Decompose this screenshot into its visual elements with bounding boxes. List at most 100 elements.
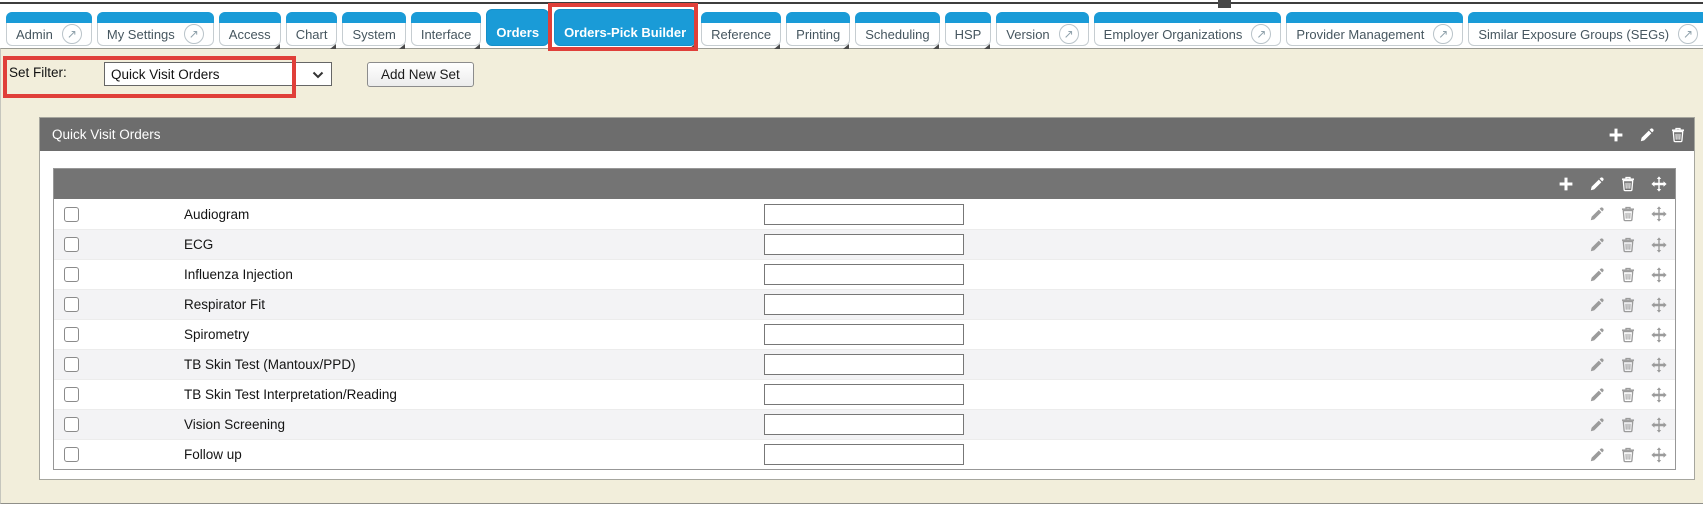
move-arrows-icon[interactable] [1651, 357, 1667, 373]
order-code-input[interactable] [764, 414, 964, 435]
edit-pencil-icon[interactable] [1589, 297, 1605, 313]
submenu-corner-icon [399, 44, 405, 49]
delete-trash-icon[interactable] [1620, 297, 1636, 313]
tab-label: Access [229, 27, 271, 42]
move-arrows-icon[interactable] [1651, 176, 1667, 192]
order-code-input[interactable] [764, 444, 964, 465]
edit-pencil-icon[interactable] [1589, 357, 1605, 373]
delete-trash-icon[interactable] [1620, 357, 1636, 373]
tab-hsp[interactable]: HSP [945, 12, 992, 46]
row-action-icons [1589, 297, 1675, 313]
delete-trash-icon[interactable] [1620, 176, 1636, 192]
edit-pencil-icon[interactable] [1589, 417, 1605, 433]
edit-pencil-icon[interactable] [1589, 176, 1605, 192]
delete-trash-icon[interactable] [1620, 237, 1636, 253]
table-row: TB Skin Test (Mantoux/PPD) [54, 349, 1675, 379]
external-link-icon[interactable]: ↗ [62, 24, 82, 44]
move-arrows-icon[interactable] [1651, 297, 1667, 313]
submenu-corner-icon [689, 44, 695, 49]
set-filter-label: Set Filter: [9, 65, 67, 80]
tab-interface[interactable]: Interface [411, 12, 482, 46]
tab-admin[interactable]: Admin ↗ [6, 12, 92, 46]
order-code-input[interactable] [764, 384, 964, 405]
edit-pencil-icon[interactable] [1639, 127, 1655, 143]
order-code-input[interactable] [764, 324, 964, 345]
move-arrows-icon[interactable] [1651, 267, 1667, 283]
delete-trash-icon[interactable] [1620, 447, 1636, 463]
tab-chart[interactable]: Chart [286, 12, 338, 46]
tab-scheduling[interactable]: Scheduling [855, 12, 939, 46]
tab-version[interactable]: Version ↗ [996, 12, 1088, 46]
external-link-icon[interactable]: ↗ [1251, 24, 1271, 44]
row-checkbox[interactable] [64, 297, 79, 312]
submenu-corner-icon [984, 44, 990, 49]
row-checkbox[interactable] [64, 417, 79, 432]
delete-trash-icon[interactable] [1620, 206, 1636, 222]
move-arrows-icon[interactable] [1651, 417, 1667, 433]
move-arrows-icon[interactable] [1651, 387, 1667, 403]
row-action-icons [1589, 267, 1675, 283]
add-icon[interactable] [1558, 176, 1574, 192]
orders-table: Audiogram ECG Influenza Injection [53, 168, 1676, 470]
external-link-icon[interactable]: ↗ [1678, 24, 1698, 44]
delete-trash-icon[interactable] [1620, 327, 1636, 343]
move-arrows-icon[interactable] [1651, 206, 1667, 222]
tab-provider-management[interactable]: Provider Management ↗ [1286, 12, 1463, 46]
move-arrows-icon[interactable] [1651, 237, 1667, 253]
table-row: Respirator Fit [54, 289, 1675, 319]
row-checkbox[interactable] [64, 267, 79, 282]
delete-trash-icon[interactable] [1620, 417, 1636, 433]
tab-label: My Settings [107, 27, 175, 42]
external-link-icon[interactable]: ↗ [184, 24, 204, 44]
order-name-label: Spirometry [184, 327, 764, 342]
submenu-corner-icon [774, 44, 780, 49]
delete-trash-icon[interactable] [1670, 127, 1686, 143]
tab-system[interactable]: System [342, 12, 405, 46]
quick-visit-orders-panel: Quick Visit Orders Audiogram [39, 117, 1695, 480]
order-code-input[interactable] [764, 204, 964, 225]
tab-access[interactable]: Access [219, 12, 281, 46]
edit-pencil-icon[interactable] [1589, 206, 1605, 222]
row-checkbox[interactable] [64, 357, 79, 372]
tab-label: Scheduling [865, 27, 929, 42]
edit-pencil-icon[interactable] [1589, 327, 1605, 343]
tab-similar-exposure-groups-segs[interactable]: Similar Exposure Groups (SEGs) ↗ [1468, 12, 1703, 46]
top-notch-fragment [1218, 0, 1231, 8]
delete-trash-icon[interactable] [1620, 387, 1636, 403]
panel-title: Quick Visit Orders [52, 127, 161, 142]
tab-reference[interactable]: Reference [701, 12, 781, 46]
order-name-label: Influenza Injection [184, 267, 764, 282]
add-icon[interactable] [1608, 127, 1624, 143]
tab-orders[interactable]: Orders [486, 9, 549, 46]
tab-strip: Admin ↗ My Settings ↗ Access Chart Syste… [6, 9, 1703, 46]
tab-printing[interactable]: Printing [786, 12, 850, 46]
move-arrows-icon[interactable] [1651, 327, 1667, 343]
row-checkbox[interactable] [64, 207, 79, 222]
delete-trash-icon[interactable] [1620, 267, 1636, 283]
row-checkbox[interactable] [64, 327, 79, 342]
set-filter-select[interactable]: Quick Visit Orders [104, 62, 332, 86]
edit-pencil-icon[interactable] [1589, 387, 1605, 403]
tab-my-settings[interactable]: My Settings ↗ [97, 12, 214, 46]
row-checkbox[interactable] [64, 387, 79, 402]
move-arrows-icon[interactable] [1651, 447, 1667, 463]
order-name-label: Vision Screening [184, 417, 764, 432]
row-checkbox[interactable] [64, 447, 79, 462]
external-link-icon[interactable]: ↗ [1433, 24, 1453, 44]
edit-pencil-icon[interactable] [1589, 267, 1605, 283]
tab-employer-organizations[interactable]: Employer Organizations ↗ [1094, 12, 1282, 46]
tab-orders-pick-builder[interactable]: Orders-Pick Builder [554, 9, 696, 46]
table-row: ECG [54, 229, 1675, 259]
order-code-input[interactable] [764, 264, 964, 285]
edit-pencil-icon[interactable] [1589, 447, 1605, 463]
tab-label: Orders [496, 25, 539, 40]
tab-label: Chart [296, 27, 328, 42]
row-checkbox[interactable] [64, 237, 79, 252]
add-new-set-button[interactable]: Add New Set [367, 62, 474, 87]
order-code-input[interactable] [764, 234, 964, 255]
order-code-input[interactable] [764, 294, 964, 315]
edit-pencil-icon[interactable] [1589, 237, 1605, 253]
panel-header-icons [1608, 127, 1686, 143]
external-link-icon[interactable]: ↗ [1059, 24, 1079, 44]
order-code-input[interactable] [764, 354, 964, 375]
